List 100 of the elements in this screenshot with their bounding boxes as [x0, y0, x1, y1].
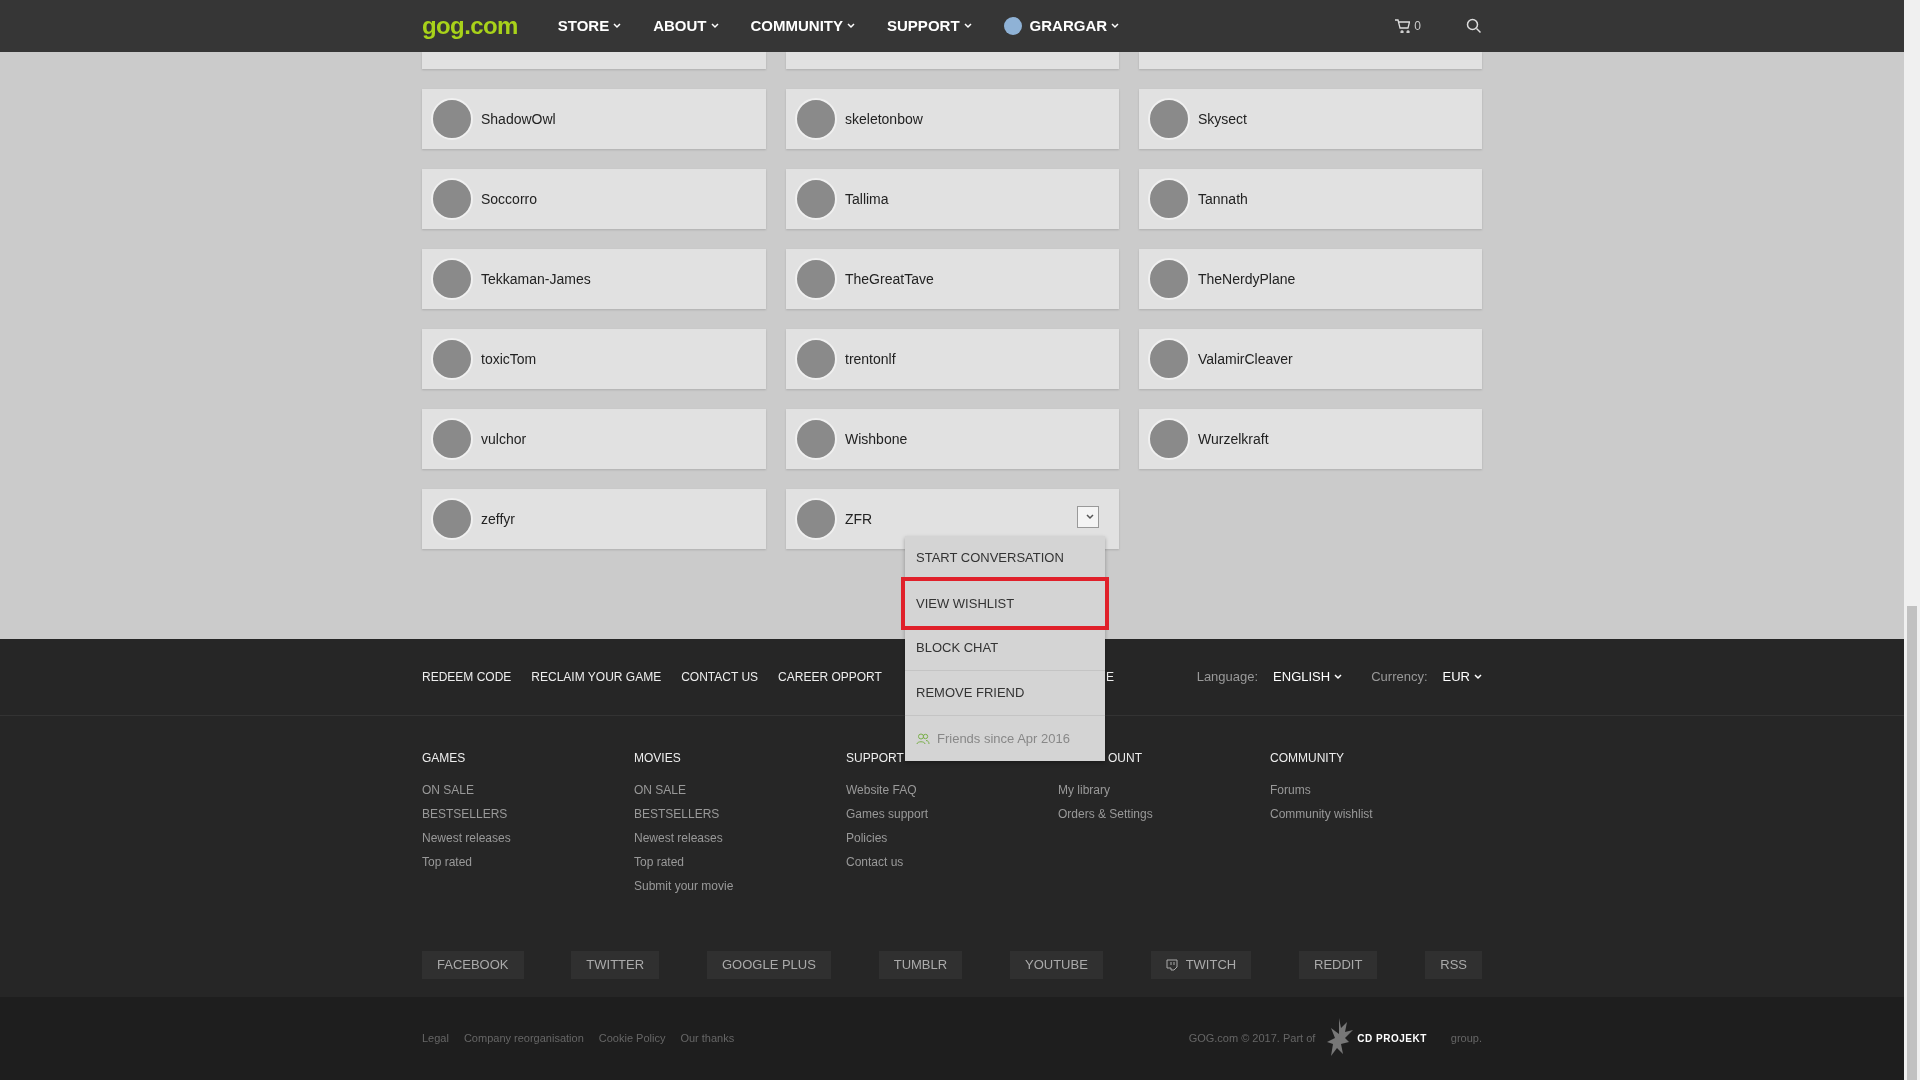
footer-link[interactable]: ON SALE [634, 781, 846, 805]
friend-card[interactable]: ShadowOwl [422, 89, 766, 149]
footer-link[interactable]: CONTACT US [681, 668, 759, 686]
avatar-placeholder [431, 98, 473, 140]
scrollbar-thumb[interactable] [1907, 606, 1917, 1080]
site-logo[interactable]: gog.com [422, 8, 518, 44]
footer-link[interactable]: Orders & Settings [1058, 805, 1270, 829]
avatar-placeholder [795, 98, 837, 140]
social-button[interactable]: GOOGLE PLUS [706, 951, 831, 979]
avatar-placeholder [431, 418, 473, 460]
friend-name: Tannath [1198, 189, 1248, 209]
footer-column-heading: OUNT [1107, 750, 1143, 767]
footer-link[interactable]: Newest releases [634, 829, 846, 853]
group-text: group. [1450, 1031, 1482, 1047]
footer-link[interactable]: Community wishlist [1270, 805, 1482, 829]
social-button[interactable]: REDDIT [1299, 951, 1378, 979]
footer-column-heading: MOVIES [634, 750, 682, 767]
user-avatar-icon [1003, 17, 1022, 35]
avatar-placeholder [1148, 178, 1190, 220]
friend-name: Tallima [845, 189, 889, 209]
currency-select[interactable]: EUR [1442, 667, 1482, 687]
footer-link[interactable]: CAREER OPPORT [778, 668, 882, 686]
social-button[interactable]: FACEBOOK [422, 951, 524, 979]
chevron-down-icon [963, 23, 972, 29]
avatar-placeholder [795, 498, 837, 540]
footer-link[interactable]: ON SALE [422, 781, 634, 805]
footer-link[interactable]: Contact us [846, 853, 1058, 877]
cart-button[interactable]: 0 [1394, 17, 1421, 35]
nav-menu-item[interactable]: SUPPORT [887, 14, 972, 38]
friend-card[interactable]: Tannath [1139, 169, 1482, 229]
friend-card[interactable]: zeffyr [422, 489, 766, 549]
footer-column-heading: SUPPORT [846, 750, 905, 767]
friend-name: ZFR [845, 509, 873, 529]
friend-card[interactable]: Tallima [786, 169, 1119, 229]
friend-name: zeffyr [481, 509, 515, 529]
footer-link[interactable]: BESTSELLERS [634, 805, 846, 829]
friend-name: Wishbone [845, 429, 908, 449]
avatar-placeholder [795, 258, 837, 300]
friend-name: vulchor [481, 429, 527, 449]
avatar-placeholder [1148, 258, 1190, 300]
avatar-placeholder [431, 178, 473, 220]
friend-name: ShadowOwl [481, 109, 556, 129]
menu-item[interactable]: START CONVERSATION [905, 536, 1105, 581]
friend-card[interactable]: TheGreatTave [786, 249, 1119, 309]
search-icon[interactable] [1466, 18, 1482, 34]
chevron-down-icon [1086, 514, 1094, 520]
footer-link[interactable]: Policies [846, 829, 1058, 853]
friend-name: Skysect [1198, 109, 1247, 129]
friend-card[interactable]: toxicTom [422, 329, 766, 389]
scrollbar[interactable] [1904, 0, 1920, 1080]
social-button[interactable]: TWITCH [1150, 951, 1252, 979]
friend-card[interactable]: trentonlf [786, 329, 1119, 389]
avatar-placeholder [431, 338, 473, 380]
friend-card[interactable]: vulchor [422, 409, 766, 469]
footer-link[interactable]: REDEEM CODE [422, 668, 512, 686]
footer-link[interactable]: Submit your movie [634, 877, 846, 901]
footer-link[interactable]: Newest releases [422, 829, 634, 853]
chat-bubble-icon [1165, 959, 1178, 971]
chevron-down-icon [1334, 674, 1343, 680]
friend-name: Soccorro [481, 189, 538, 209]
footer-link[interactable]: Top rated [634, 853, 846, 877]
friend-card[interactable]: Tekkaman-James [422, 249, 766, 309]
friend-card[interactable]: Soccorro [422, 169, 766, 229]
social-button[interactable]: TWITTER [571, 951, 660, 979]
footer-link[interactable]: BESTSELLERS [422, 805, 634, 829]
social-button[interactable]: TUMBLR [878, 951, 963, 979]
friend-name: trentonlf [845, 349, 896, 369]
footer-link[interactable]: E [1105, 668, 1114, 686]
footer-link[interactable]: Top rated [422, 853, 634, 877]
footer-link[interactable]: Website FAQ [846, 781, 1058, 805]
footer-link[interactable]: My library [1058, 781, 1270, 805]
friend-card[interactable]: TheNerdyPlane [1139, 249, 1482, 309]
social-button[interactable]: RSS [1425, 951, 1482, 979]
friend-card[interactable]: skeletonbow [786, 89, 1119, 149]
nav-menu-item[interactable]: COMMUNITY [750, 14, 856, 38]
chevron-down-icon [1111, 23, 1120, 29]
nav-menu-item[interactable]: STORE [557, 14, 622, 38]
friend-name: Tekkaman-James [481, 269, 591, 289]
people-icon [916, 732, 930, 745]
friend-card[interactable]: ValamirCleaver [1139, 329, 1482, 389]
footer-link[interactable]: Games support [846, 805, 1058, 829]
friend-options-toggle[interactable] [1077, 506, 1099, 528]
friend-card[interactable]: Wishbone [786, 409, 1119, 469]
cart-icon [1394, 19, 1411, 33]
avatar-placeholder [795, 178, 837, 220]
avatar-placeholder [795, 418, 837, 460]
friend-name: TheNerdyPlane [1198, 269, 1296, 289]
friend-name: TheGreatTave [845, 269, 934, 289]
copyright-text: GOG.com © 2017. Part of [1188, 1031, 1316, 1047]
friends-since-text: Friends since Apr 2016 [937, 729, 1070, 748]
brand-name: CD PROJEKT [1357, 1032, 1427, 1046]
social-button[interactable]: YOUTUBE [1010, 951, 1103, 979]
language-select[interactable]: ENGLISH [1273, 667, 1343, 687]
friend-card[interactable]: Wurzelkraft [1139, 409, 1482, 469]
friend-name: ValamirCleaver [1198, 349, 1293, 369]
nav-menu-item[interactable]: ABOUT [653, 14, 719, 38]
footer-link[interactable]: RECLAIM YOUR GAME [531, 668, 662, 686]
user-menu[interactable]: GRARGAR [1003, 14, 1120, 38]
footer-link[interactable]: Forums [1270, 781, 1482, 805]
friend-card[interactable]: Skysect [1139, 89, 1482, 149]
